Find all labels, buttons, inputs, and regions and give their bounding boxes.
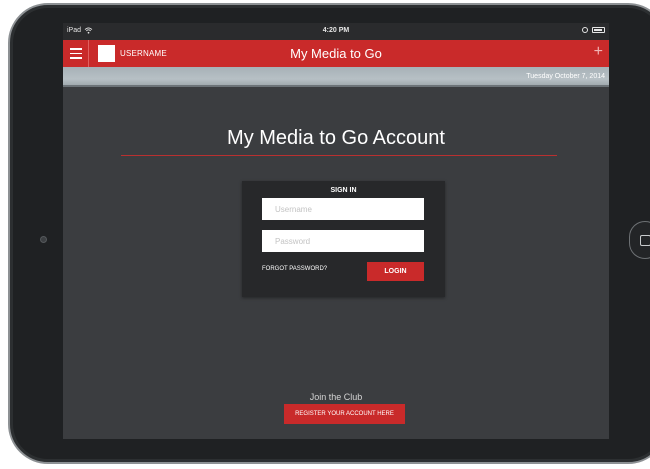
hamburger-menu-icon[interactable] [63,40,89,67]
login-button[interactable]: LOGIN [367,262,424,281]
sign-in-title: SIGN IN [330,187,357,194]
date-banner: Tuesday October 7, 2014 [63,67,609,87]
plus-icon[interactable]: + [594,43,603,61]
status-time: 4:20 PM [322,27,350,34]
home-square-icon [640,235,650,246]
banner-skyline [63,85,609,87]
app-header: USERNAME My Media to Go + [63,40,609,67]
forgot-password-link[interactable]: FORGOT PASSWORD? [262,266,327,272]
page-title: My Media to Go Account [227,127,445,149]
current-date: Tuesday October 7, 2014 [526,73,605,80]
battery-icon [592,27,605,33]
password-input[interactable] [262,230,424,252]
register-account-button[interactable]: REGISTER YOUR ACCOUNT HERE [284,404,405,424]
username-label[interactable]: USERNAME [120,49,167,58]
title-divider [121,155,557,156]
front-camera [40,236,47,243]
home-button[interactable] [629,221,650,259]
status-bar: iPad 4:20 PM [63,23,609,40]
app-screen: iPad 4:20 PM USERNAME My Media to Go + T… [63,23,609,439]
username-input[interactable] [262,198,424,220]
alarm-icon [582,27,588,33]
sign-in-panel: SIGN IN FORGOT PASSWORD? LOGIN [242,181,445,297]
avatar[interactable] [98,45,115,62]
join-club-text: Join the Club [309,392,363,402]
status-right [582,27,605,33]
